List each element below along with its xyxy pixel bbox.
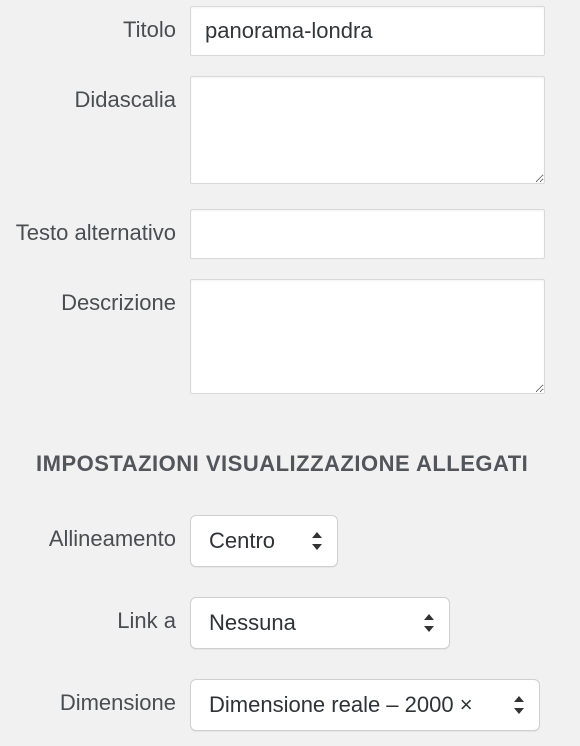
row-alignment: Allineamento Centro — [0, 509, 580, 577]
row-alt: Testo alternativo — [0, 203, 580, 265]
label-title: Titolo — [0, 6, 190, 44]
label-alignment: Allineamento — [0, 515, 190, 553]
title-input[interactable] — [190, 6, 545, 56]
description-textarea[interactable] — [190, 279, 545, 394]
size-value: Dimensione reale – 2000 × — [191, 680, 539, 730]
attachment-display-settings: Allineamento Centro Link a Nessuna — [0, 509, 580, 741]
field-size: Dimensione reale – 2000 × — [190, 679, 545, 735]
alignment-value: Centro — [191, 516, 337, 566]
attachment-details-panel: Titolo Didascalia Testo alternativo Desc… — [0, 0, 580, 741]
label-linkto: Link a — [0, 597, 190, 635]
attachment-display-settings-heading: IMPOSTAZIONI VISUALIZZAZIONE ALLEGATI — [0, 405, 580, 495]
caption-textarea[interactable] — [190, 76, 545, 184]
size-select[interactable]: Dimensione reale – 2000 × — [190, 679, 540, 731]
linkto-value: Nessuna — [191, 598, 449, 648]
row-size: Dimensione Dimensione reale – 2000 × — [0, 673, 580, 741]
linkto-select[interactable]: Nessuna — [190, 597, 450, 649]
field-linkto: Nessuna — [190, 597, 545, 653]
label-size: Dimensione — [0, 679, 190, 717]
row-title: Titolo — [0, 0, 580, 62]
field-caption — [190, 76, 545, 189]
row-caption: Didascalia — [0, 70, 580, 195]
label-caption: Didascalia — [0, 76, 190, 114]
field-description — [190, 279, 545, 399]
row-description: Descrizione — [0, 273, 580, 405]
field-alt — [190, 209, 545, 259]
alt-input[interactable] — [190, 209, 545, 259]
field-alignment: Centro — [190, 515, 545, 571]
field-title — [190, 6, 545, 56]
label-alt: Testo alternativo — [0, 209, 190, 247]
row-linkto: Link a Nessuna — [0, 591, 580, 659]
label-description: Descrizione — [0, 279, 190, 317]
alignment-select[interactable]: Centro — [190, 515, 338, 567]
